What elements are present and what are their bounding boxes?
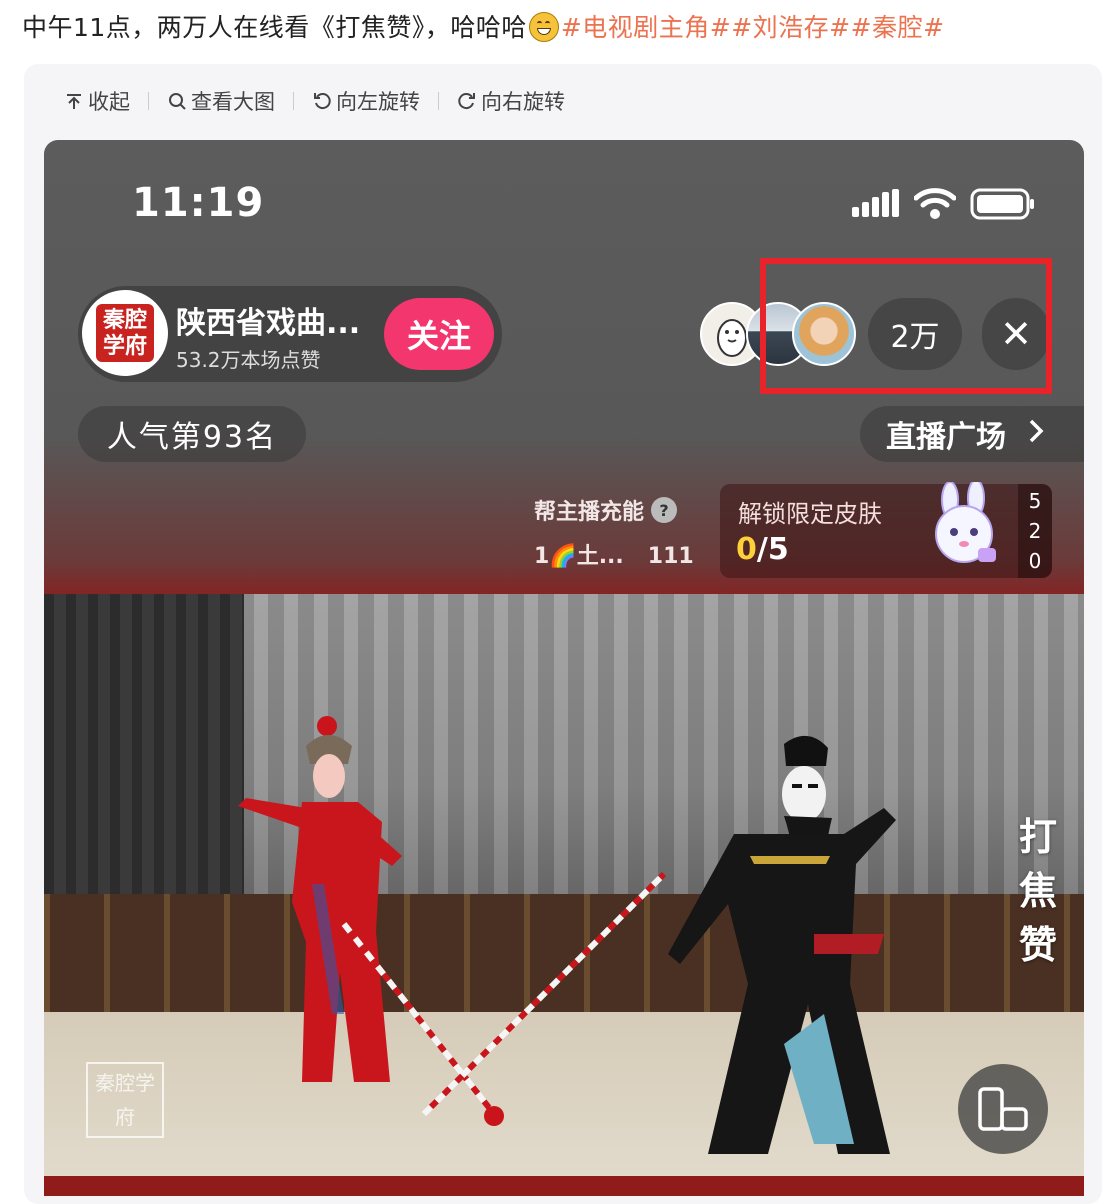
hashtags-link[interactable]: #电视剧主角##刘浩存##秦腔# — [561, 13, 945, 42]
skin-title: 解锁限定皮肤 — [738, 500, 882, 528]
live-plaza-label: 直播广场 — [886, 420, 1006, 455]
view-large-button[interactable]: 查看大图 — [167, 86, 275, 116]
follow-button[interactable]: 关注 — [384, 298, 494, 370]
help-icon: ? — [651, 497, 678, 523]
rotate-screen-icon — [978, 1087, 1028, 1131]
opera-performers — [238, 716, 896, 1154]
rotate-left-button[interactable]: 向左旋转 — [312, 86, 420, 116]
live-plaza-button[interactable]: 直播广场 — [860, 406, 1084, 462]
watermark-logo: 秦腔学府 — [86, 1062, 164, 1138]
grinning-face-icon — [528, 12, 559, 42]
battery-icon — [970, 188, 1034, 220]
post-caption: 中午11点，两万人在线看《打焦赞》，哈哈哈 #电视剧主角##刘浩存##秦腔# — [22, 8, 945, 48]
collapse-label: 收起 — [88, 90, 130, 114]
rotate-left-label: 向左旋转 — [336, 90, 420, 114]
rotate-screen-button[interactable] — [958, 1064, 1048, 1154]
anchor-seal-logo: 秦腔学府 — [96, 304, 154, 362]
toolbar-divider — [293, 92, 294, 110]
toolbar-divider — [438, 92, 439, 110]
signal-icon — [852, 189, 899, 217]
toolbar-divider — [148, 92, 149, 110]
anchor-avatar[interactable]: 秦腔学府 — [82, 290, 168, 376]
wifi-icon — [914, 188, 956, 219]
rotate-right-icon — [458, 93, 475, 110]
play-title: 打焦赞 — [1018, 815, 1057, 967]
energy-widget[interactable]: 帮主播充能 ? 1🌈土... 111 — [534, 494, 694, 570]
status-icons — [852, 188, 1036, 220]
skin-progress: 0/5 — [736, 532, 789, 567]
video-stage[interactable]: 打焦赞 秦腔学府 — [44, 594, 1084, 1196]
search-icon — [169, 93, 186, 110]
collapse-button[interactable]: 收起 — [64, 86, 130, 116]
energy-value: 111 — [647, 544, 694, 569]
unlock-skin-card[interactable]: 解锁限定皮肤 0/5 520 — [720, 482, 1052, 578]
caption-text: 中午11点，两万人在线看《打焦赞》，哈哈哈 — [22, 13, 527, 42]
energy-title: 帮主播充能 — [534, 500, 645, 525]
chevron-right-icon — [1028, 417, 1044, 452]
energy-rank-text: 1🌈土... — [534, 544, 624, 569]
anchor-info[interactable]: 秦腔学府 陕西省戏曲... 53.2万本场点赞 关注 — [78, 286, 502, 382]
rotate-right-label: 向右旋转 — [481, 90, 565, 114]
bunny-mascot-icon — [935, 482, 996, 563]
live-stream-screenshot[interactable]: 11:19 秦腔学府 陕西省戏曲... 53.2万本场点赞 关注 2万 ✕ 人气… — [44, 140, 1084, 1196]
view-large-label: 查看大图 — [191, 90, 275, 114]
bottom-bar — [44, 1176, 1084, 1196]
svg-text:?: ? — [659, 501, 668, 520]
highlight-annotation-box — [760, 258, 1052, 394]
anchor-name[interactable]: 陕西省戏曲... — [176, 298, 360, 342]
collapse-icon — [67, 94, 81, 109]
image-toolbar: 收起 查看大图 向左旋转 向右旋转 — [64, 86, 565, 116]
rotate-right-button[interactable]: 向右旋转 — [457, 86, 565, 116]
skin-progress-total: /5 — [756, 532, 789, 567]
popularity-rank[interactable]: 人气第93名 — [78, 406, 306, 462]
skin-progress-current: 0 — [736, 532, 757, 567]
anchor-likes: 53.2万本场点赞 — [176, 348, 321, 372]
rotate-left-icon — [314, 93, 331, 110]
skin-side-counter: 520 — [1018, 484, 1052, 578]
status-time: 11:19 — [132, 180, 265, 226]
